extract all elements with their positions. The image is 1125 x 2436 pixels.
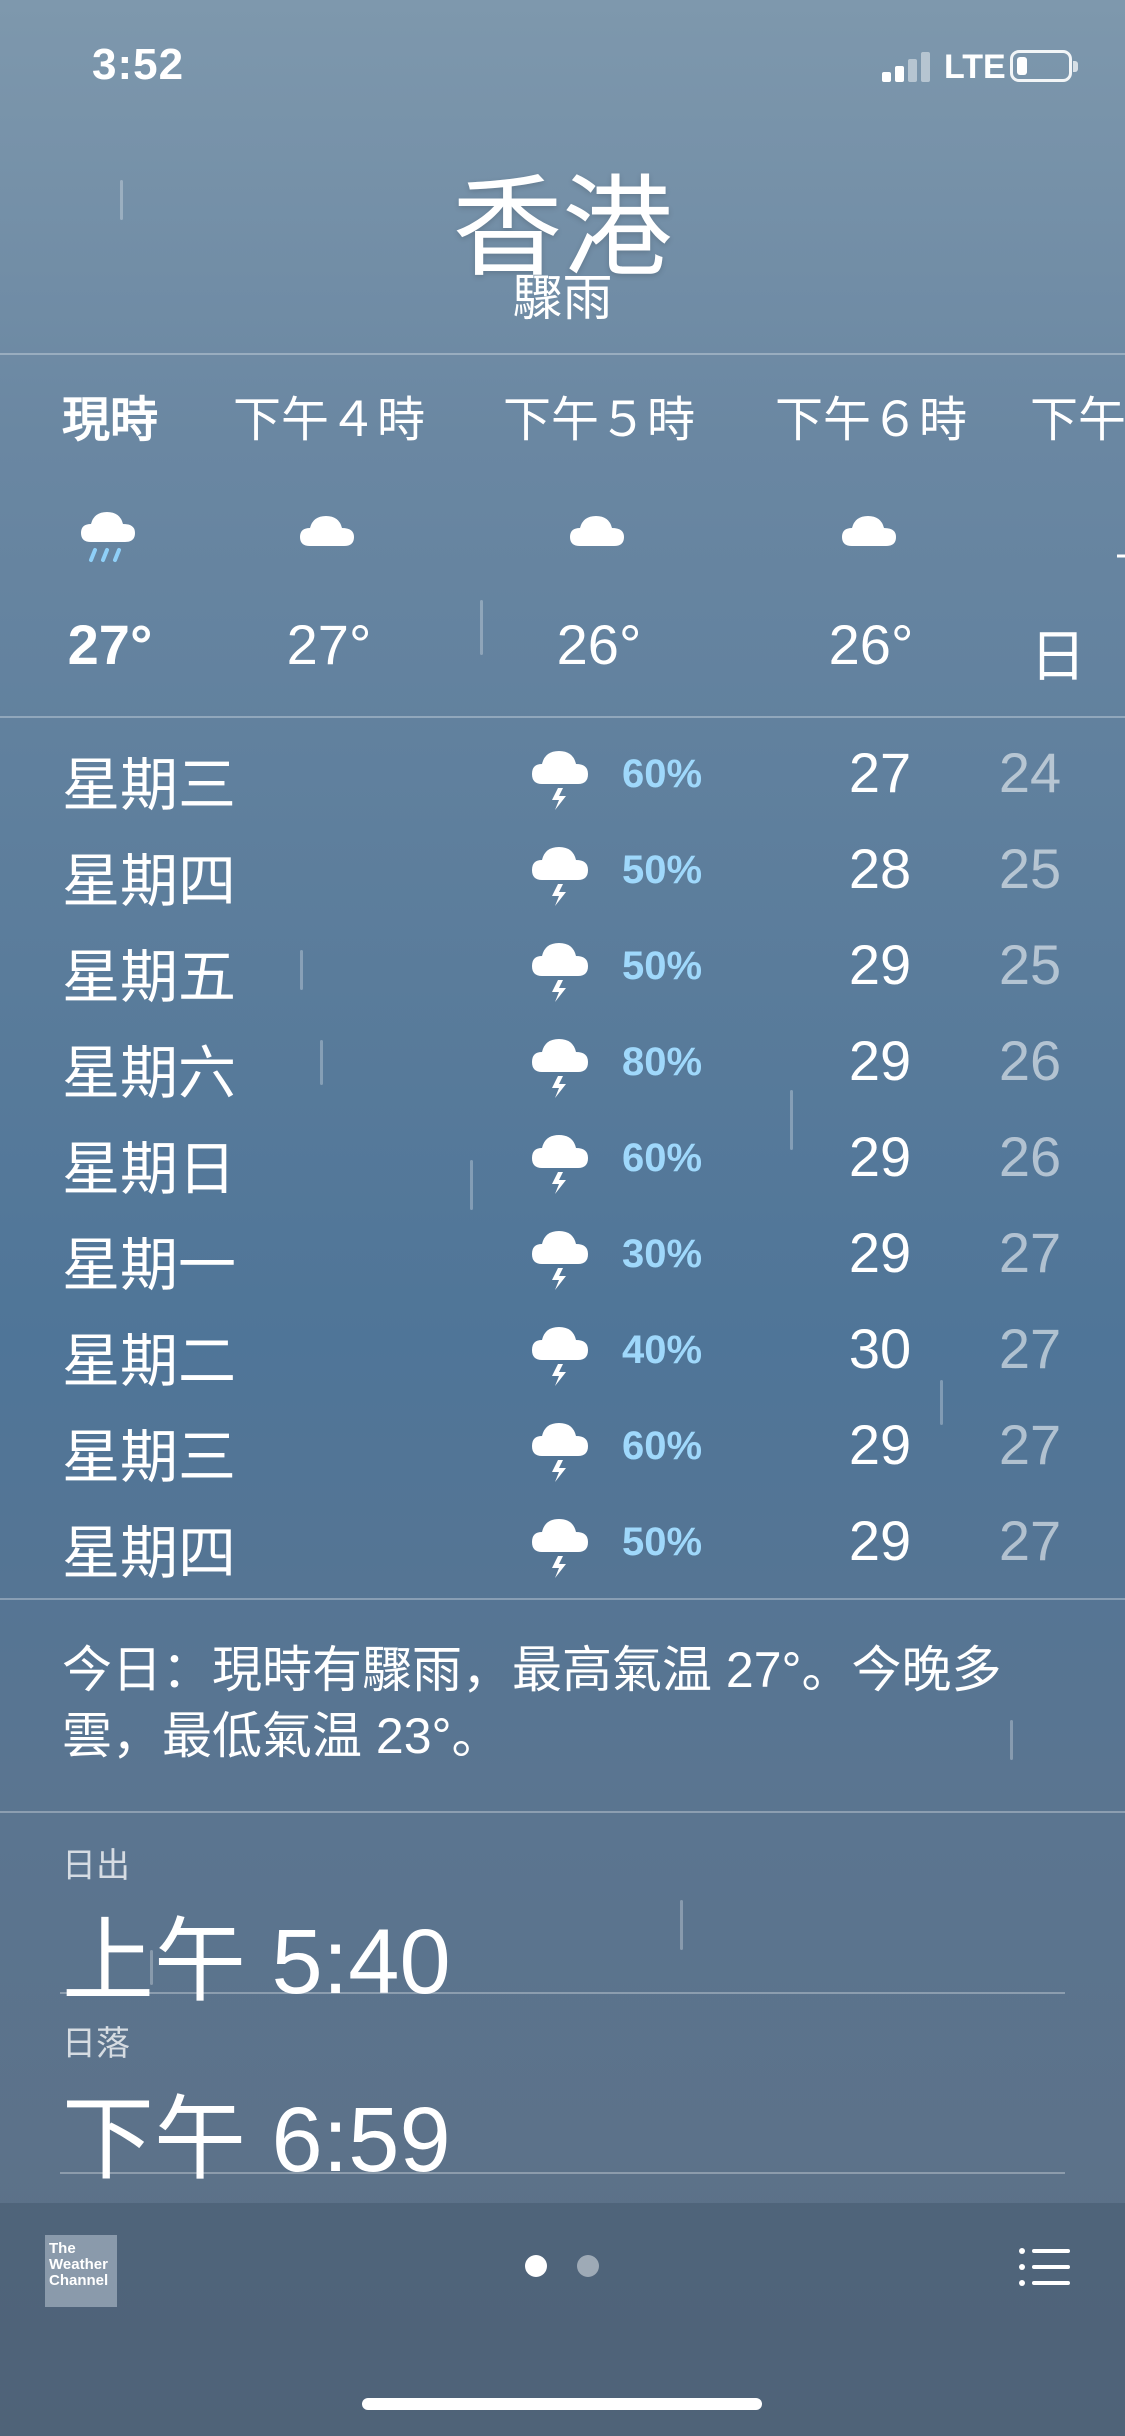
- day-name: 星期三: [62, 1425, 237, 1490]
- precip-chance: 50%: [622, 944, 703, 988]
- hourly-item: 下午 日: [1030, 380, 1125, 693]
- high-temp: 29: [848, 1221, 912, 1284]
- hourly-item: 下午５時 26°: [474, 380, 724, 677]
- low-temp: 26: [998, 1029, 1062, 1092]
- daily-row: 星期六 80% 29 26: [0, 1018, 1125, 1114]
- daily-row: 星期三 60% 27 24: [0, 730, 1125, 826]
- hour-temp: 27°: [286, 613, 372, 676]
- high-temp: 28: [848, 837, 912, 900]
- high-temp: 29: [848, 1125, 912, 1188]
- battery-icon: [1010, 50, 1078, 82]
- thunderstorm-icon: [528, 1030, 598, 1100]
- divider: [0, 1598, 1125, 1600]
- daily-row: 星期日 60% 29 26: [0, 1114, 1125, 1210]
- day-name: 星期三: [62, 753, 237, 818]
- city-list-icon[interactable]: [1018, 2246, 1070, 2288]
- cloud-icon: [746, 502, 996, 572]
- daily-row: 星期一 30% 29 27: [0, 1210, 1125, 1306]
- today-summary: 今日：現時有驟雨，最高氣温 27°。今晚多雲，最低氣温 23°。: [62, 1642, 1002, 1764]
- thunderstorm-icon: [528, 1414, 598, 1484]
- hour-temp: 27°: [67, 613, 153, 676]
- hourly-item: 現時 27°: [0, 380, 235, 677]
- low-temp: 24: [998, 741, 1062, 804]
- thunderstorm-icon: [528, 1126, 598, 1196]
- precip-chance: 40%: [622, 1328, 703, 1372]
- weather-channel-logo[interactable]: The Weather Channel: [45, 2235, 117, 2307]
- sunset-label: 日落: [62, 2025, 130, 2063]
- low-temp: 27: [998, 1317, 1062, 1380]
- thunderstorm-icon: [528, 1222, 598, 1292]
- thunderstorm-icon: [528, 1318, 598, 1388]
- high-temp: 29: [848, 933, 912, 996]
- day-name: 星期一: [62, 1233, 237, 1298]
- hour-temp: 26°: [828, 613, 914, 676]
- thunderstorm-icon: [528, 934, 598, 1004]
- status-time: 3:52: [92, 40, 185, 89]
- daily-row: 星期四 50% 28 25: [0, 826, 1125, 922]
- high-temp: 27: [848, 741, 912, 804]
- hour-label: 現時: [61, 394, 158, 447]
- day-name: 星期二: [62, 1329, 237, 1394]
- precip-chance: 60%: [622, 752, 703, 796]
- precip-chance: 30%: [622, 1232, 703, 1276]
- divider: [0, 353, 1125, 355]
- hour-temp: 26°: [556, 613, 642, 676]
- hourly-item: 下午６時 26°: [746, 380, 996, 677]
- hour-temp: 日: [1030, 625, 1086, 688]
- page-indicator-dot-active[interactable]: [525, 2255, 547, 2277]
- low-temp: 27: [998, 1413, 1062, 1476]
- thunderstorm-icon: [528, 838, 598, 908]
- daily-row: 星期四 50% 29 27: [0, 1498, 1125, 1594]
- day-name: 星期四: [62, 1521, 237, 1586]
- hourly-item: 下午４時 27°: [204, 380, 454, 677]
- sunset-value: 下午 6:59: [62, 2089, 451, 2191]
- precip-chance: 60%: [622, 1424, 703, 1468]
- high-temp: 29: [848, 1509, 912, 1572]
- day-name: 星期四: [62, 849, 237, 914]
- day-name: 星期六: [62, 1041, 237, 1106]
- thunderstorm-icon: [528, 742, 598, 812]
- divider: [60, 2172, 1065, 2174]
- daily-row: 星期二 40% 30 27: [0, 1306, 1125, 1402]
- precip-chance: 80%: [622, 1040, 703, 1084]
- signal-strength-icon: [882, 52, 934, 82]
- high-temp: 29: [848, 1029, 912, 1092]
- sunset-detail: 日落 下午 6:59: [62, 2016, 451, 2198]
- daily-row: 星期三 60% 29 27: [0, 1402, 1125, 1498]
- sunset-icon: [1030, 502, 1125, 572]
- low-temp: 27: [998, 1221, 1062, 1284]
- home-indicator[interactable]: [362, 2398, 762, 2410]
- hour-label: 下午６時: [774, 394, 967, 447]
- low-temp: 26: [998, 1125, 1062, 1188]
- low-temp: 27: [998, 1509, 1062, 1572]
- day-name: 星期五: [62, 945, 237, 1010]
- high-temp: 29: [848, 1413, 912, 1476]
- divider: [0, 716, 1125, 718]
- divider: [60, 1992, 1065, 1994]
- cloud-rain-icon: [0, 502, 235, 572]
- precip-chance: 50%: [622, 1520, 703, 1564]
- sunrise-label: 日出: [62, 1847, 130, 1885]
- sunrise-value: 上午 5:40: [62, 1911, 451, 2013]
- low-temp: 25: [998, 933, 1062, 996]
- current-condition: 驟雨: [512, 270, 613, 326]
- high-temp: 30: [848, 1317, 912, 1380]
- precip-chance: 60%: [622, 1136, 703, 1180]
- page-indicator-dot[interactable]: [577, 2255, 599, 2277]
- low-temp: 25: [998, 837, 1062, 900]
- network-type: LTE: [944, 48, 1006, 86]
- daily-row: 星期五 50% 29 25: [0, 922, 1125, 1018]
- cloud-icon: [474, 502, 724, 572]
- cloud-icon: [204, 502, 454, 572]
- hour-label: 下午４時: [232, 394, 425, 447]
- hour-label: 下午５時: [502, 394, 695, 447]
- precip-chance: 50%: [622, 848, 703, 892]
- day-name: 星期日: [62, 1137, 237, 1202]
- hour-label: 下午: [1030, 394, 1125, 447]
- divider: [0, 1811, 1125, 1813]
- thunderstorm-icon: [528, 1510, 598, 1580]
